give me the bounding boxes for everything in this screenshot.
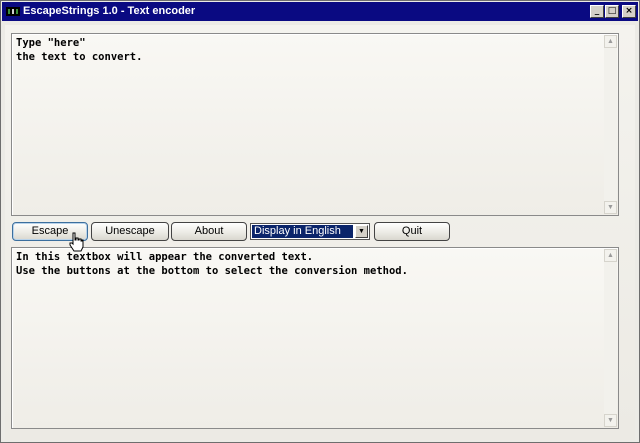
maximize-button[interactable]: □ [605, 5, 619, 18]
title-bar[interactable]: EscapeStrings 1.0 - Text encoder _ □ × [2, 2, 638, 21]
output-text[interactable]: In this textbox will appear the converte… [16, 250, 600, 278]
scroll-up-icon[interactable]: ▲ [604, 35, 617, 48]
window-title: EscapeStrings 1.0 - Text encoder [23, 5, 196, 17]
hand-pointer-icon [69, 232, 84, 252]
about-button[interactable]: About [171, 222, 247, 241]
close-button[interactable]: × [622, 5, 636, 18]
unescape-button[interactable]: Unescape [91, 222, 169, 241]
language-select[interactable]: Display in English ▼ [250, 223, 370, 240]
chevron-down-icon[interactable]: ▼ [355, 225, 368, 238]
minimize-button[interactable]: _ [590, 5, 604, 18]
scroll-down-icon[interactable]: ▼ [604, 414, 617, 427]
client-area: Type "here" the text to convert. ▲ ▼ Esc… [5, 25, 635, 440]
language-select-value[interactable]: Display in English [252, 225, 353, 238]
app-window: EscapeStrings 1.0 - Text encoder _ □ × T… [0, 0, 640, 443]
output-textbox[interactable]: In this textbox will appear the converte… [11, 247, 619, 429]
input-scrollbar[interactable]: ▲ ▼ [604, 35, 617, 214]
scroll-up-icon[interactable]: ▲ [604, 249, 617, 262]
input-text[interactable]: Type "here" the text to convert. [16, 36, 600, 64]
input-textbox[interactable]: Type "here" the text to convert. ▲ ▼ [11, 33, 619, 216]
quit-button[interactable]: Quit [374, 222, 450, 241]
output-scrollbar[interactable]: ▲ ▼ [604, 249, 617, 427]
app-icon [6, 7, 20, 16]
scroll-down-icon[interactable]: ▼ [604, 201, 617, 214]
